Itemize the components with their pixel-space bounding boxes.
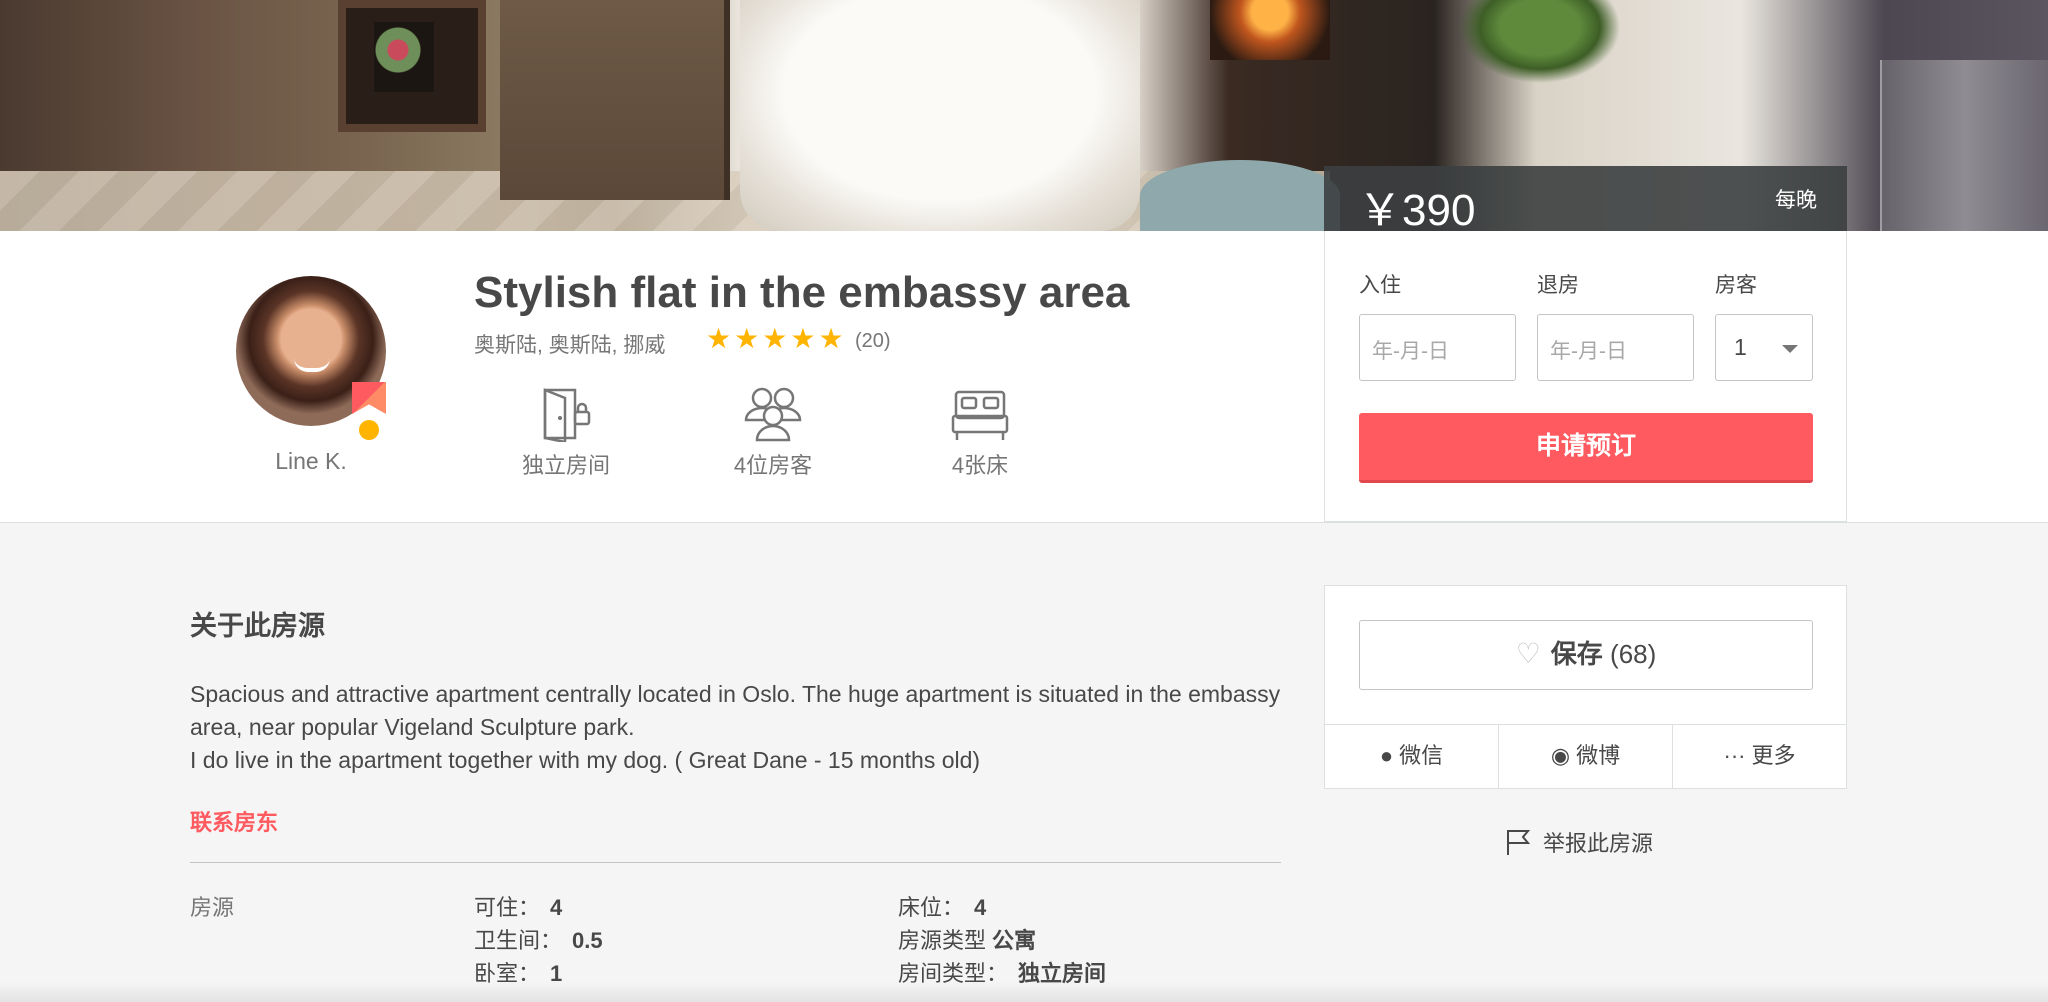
- request-booking-button[interactable]: 申请预订: [1359, 413, 1813, 483]
- checkout-input[interactable]: 年-月-日: [1537, 314, 1694, 381]
- listing-location[interactable]: 奥斯陆, 奥斯陆, 挪威: [474, 329, 665, 359]
- star-icon: ★: [790, 323, 816, 354]
- share-more-button[interactable]: ··· 更多: [1673, 725, 1846, 789]
- share-weibo-button[interactable]: ◉ 微博: [1499, 725, 1673, 789]
- hero-chest: [500, 0, 730, 200]
- specs-heading: 房源: [190, 895, 235, 920]
- flag-icon: [1507, 830, 1531, 855]
- hero-painting: [338, 0, 486, 132]
- description-paragraph: I do live in the apartment together with…: [190, 747, 981, 773]
- superhost-badge-dot: [359, 420, 379, 440]
- save-count: (68): [1610, 639, 1657, 669]
- star-icon: ★: [818, 323, 844, 354]
- feature-guests: 4位房客: [713, 386, 833, 480]
- guests-value: 1: [1734, 334, 1747, 360]
- more-dots-icon: ···: [1723, 743, 1746, 768]
- booking-panel: 入住 退房 房客 年-月-日 年-月-日 1 申请预订: [1324, 231, 1847, 522]
- share-wechat-button[interactable]: ● 微信: [1325, 725, 1499, 789]
- per-night-label: 每晚: [1775, 189, 1817, 212]
- rating-stars[interactable]: ★ ★ ★ ★ ★: [706, 325, 844, 353]
- hero-armchair: [740, 0, 1140, 231]
- caret-down-icon: [1782, 345, 1798, 353]
- weibo-icon: ◉: [1550, 743, 1571, 768]
- feature-label: 4位房客: [733, 453, 813, 478]
- description-paragraph: Spacious and attractive apartment centra…: [190, 681, 1281, 740]
- guests-select[interactable]: 1: [1715, 314, 1813, 381]
- star-icon: ★: [734, 323, 760, 354]
- guests-icon: [744, 387, 802, 442]
- checkout-label: 退房: [1537, 274, 1579, 297]
- private-room-icon: [543, 388, 591, 442]
- star-icon: ★: [762, 323, 788, 354]
- nightly-price: ￥390: [1358, 186, 1476, 235]
- hero-fireplace: [1210, 0, 1330, 60]
- bed-icon: [951, 390, 1009, 440]
- bottom-shade: [0, 982, 2048, 1002]
- checkin-label: 入住: [1359, 274, 1401, 297]
- contact-host-link[interactable]: 联系房东: [190, 805, 278, 837]
- listing-description: Spacious and attractive apartment centra…: [190, 678, 1290, 777]
- spec-accommodates: 可住： 4: [474, 895, 563, 920]
- listing-title: Stylish flat in the embassy area: [474, 268, 1130, 317]
- hero-glass-vase: [1880, 60, 2048, 231]
- save-share-panel: ♡ 保存 (68) ● 微信 ◉ 微博 ··· 更多: [1324, 585, 1847, 789]
- save-button[interactable]: ♡ 保存 (68): [1359, 620, 1813, 690]
- heart-icon: ♡: [1515, 638, 1541, 669]
- spec-bathrooms: 卫生间： 0.5: [474, 928, 603, 953]
- hero-plant: [1450, 0, 1630, 90]
- checkin-input[interactable]: 年-月-日: [1359, 314, 1516, 381]
- hero-pouf: [1140, 160, 1340, 231]
- review-count[interactable]: (20): [855, 330, 891, 353]
- section-divider: [190, 862, 1281, 863]
- spec-property-type: 房源类型 公寓: [898, 928, 1037, 953]
- price-bar: ￥390 每晚: [1324, 166, 1847, 235]
- feature-label: 4张床: [951, 453, 1009, 478]
- feature-beds: 4张床: [920, 386, 1040, 480]
- spec-beds: 床位： 4: [898, 895, 987, 920]
- feature-room-type: 独立房间: [506, 386, 626, 480]
- star-icon: ★: [706, 323, 732, 354]
- feature-label: 独立房间: [521, 453, 610, 478]
- about-heading: 关于此房源: [190, 611, 325, 641]
- host-name[interactable]: Line K.: [236, 448, 386, 475]
- report-listing-link[interactable]: 举报此房源: [1505, 826, 1653, 858]
- share-row: ● 微信 ◉ 微博 ··· 更多: [1325, 724, 1846, 789]
- wechat-icon: ●: [1379, 743, 1394, 768]
- guests-label: 房客: [1715, 274, 1757, 297]
